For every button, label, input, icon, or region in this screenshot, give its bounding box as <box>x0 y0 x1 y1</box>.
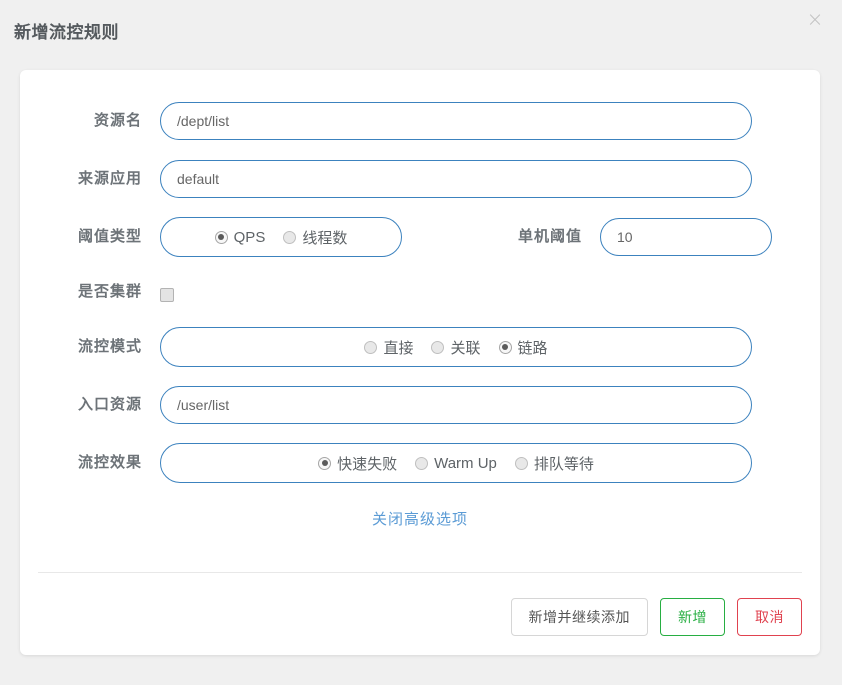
radio-dot-icon <box>515 457 528 470</box>
close-icon[interactable]: × <box>802 6 828 32</box>
radio-label: 关联 <box>450 337 480 358</box>
flow-mode-radio-group: 直接 关联 链路 <box>160 327 752 367</box>
radio-label: QPS <box>234 229 266 246</box>
footer-divider <box>38 572 802 573</box>
label-entry-resource: 入口资源 <box>20 376 142 434</box>
radio-dot-icon <box>499 341 512 354</box>
form-row-flow-mode: 流控模式 直接 关联 链路 <box>20 318 820 376</box>
radio-label: 快速失败 <box>337 453 397 474</box>
add-button[interactable]: 新增 <box>660 598 725 636</box>
dialog-body-card: 资源名 来源应用 阈值类型 QPS <box>20 70 820 655</box>
flow-effect-radio-group: 快速失败 Warm Up 排队等待 <box>160 443 752 483</box>
field-threshold-type: QPS 线程数 <box>160 217 402 257</box>
dialog-header: 新增流控规则 × <box>0 0 842 62</box>
field-resource <box>160 102 752 140</box>
label-flow-effect: 流控效果 <box>20 434 142 492</box>
field-entry-resource <box>160 386 752 424</box>
radio-threshold-type-qps[interactable]: QPS <box>215 229 266 246</box>
radio-flow-effect-queue[interactable]: 排队等待 <box>515 453 594 474</box>
radio-flow-effect-warm-up[interactable]: Warm Up <box>415 455 497 472</box>
label-is-cluster: 是否集群 <box>20 266 142 318</box>
radio-flow-effect-fast-fail[interactable]: 快速失败 <box>318 453 397 474</box>
threshold-type-radio-group: QPS 线程数 <box>160 217 402 257</box>
field-is-cluster <box>160 266 174 302</box>
radio-flow-mode-direct[interactable]: 直接 <box>364 337 413 358</box>
origin-app-input[interactable] <box>160 160 752 198</box>
cancel-button[interactable]: 取消 <box>737 598 802 636</box>
label-single-threshold: 单机阈值 <box>460 208 582 266</box>
form-row-threshold-type: 阈值类型 QPS 线程数 单机阈值 <box>20 208 820 266</box>
form-row-entry-resource: 入口资源 <box>20 376 820 434</box>
label-threshold-type: 阈值类型 <box>20 208 142 266</box>
radio-flow-mode-associated[interactable]: 关联 <box>431 337 480 358</box>
is-cluster-checkbox[interactable] <box>160 288 174 302</box>
label-resource: 资源名 <box>20 92 142 150</box>
advanced-options-link[interactable]: 关闭高级选项 <box>20 508 820 529</box>
form-row-advanced-link: 关闭高级选项 <box>20 492 820 550</box>
field-flow-effect: 快速失败 Warm Up 排队等待 <box>160 443 752 483</box>
form-row-flow-effect: 流控效果 快速失败 Warm Up 排队等待 <box>20 434 820 492</box>
radio-dot-icon <box>431 341 444 354</box>
entry-resource-input[interactable] <box>160 386 752 424</box>
resource-input[interactable] <box>160 102 752 140</box>
label-origin-app: 来源应用 <box>20 150 142 208</box>
form-row-resource: 资源名 <box>20 92 820 150</box>
field-origin-app <box>160 160 752 198</box>
single-threshold-input[interactable] <box>600 218 772 256</box>
label-flow-mode: 流控模式 <box>20 318 142 376</box>
dialog-title: 新增流控规则 <box>14 18 119 43</box>
field-single-threshold <box>600 218 772 256</box>
form-row-is-cluster: 是否集群 <box>20 266 820 318</box>
radio-flow-mode-chain[interactable]: 链路 <box>499 337 548 358</box>
radio-label: 排队等待 <box>534 453 594 474</box>
radio-dot-icon <box>283 231 296 244</box>
form-row-origin-app: 来源应用 <box>20 150 820 208</box>
radio-dot-icon <box>215 231 228 244</box>
add-and-continue-button[interactable]: 新增并继续添加 <box>511 598 649 636</box>
radio-label: 链路 <box>518 337 548 358</box>
footer-actions: 新增并继续添加 新增 取消 <box>511 598 803 636</box>
radio-dot-icon <box>415 457 428 470</box>
radio-dot-icon <box>318 457 331 470</box>
field-flow-mode: 直接 关联 链路 <box>160 327 752 367</box>
radio-dot-icon <box>364 341 377 354</box>
radio-label: Warm Up <box>434 455 497 472</box>
radio-label: 直接 <box>383 337 413 358</box>
flow-rule-form: 资源名 来源应用 阈值类型 QPS <box>20 70 820 550</box>
radio-threshold-type-thread[interactable]: 线程数 <box>283 227 347 248</box>
radio-label: 线程数 <box>302 227 347 248</box>
